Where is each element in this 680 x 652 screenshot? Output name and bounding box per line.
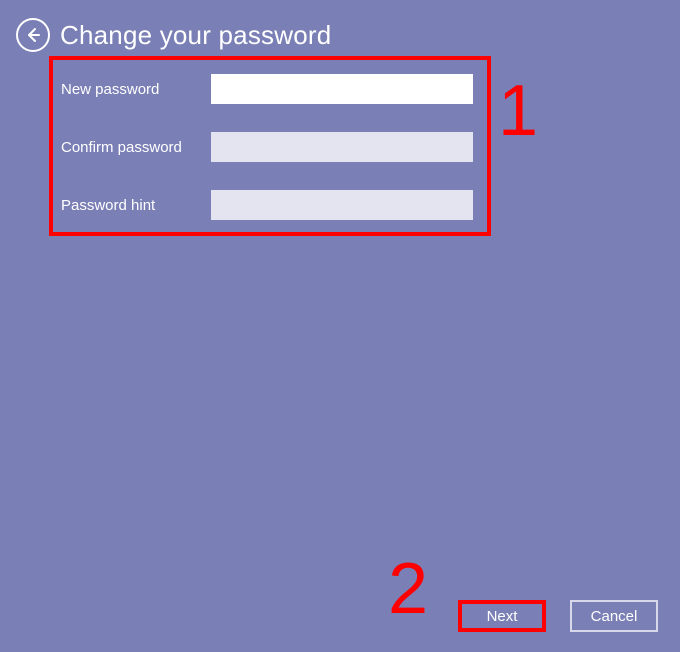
back-button[interactable] (16, 18, 50, 52)
confirm-password-label: Confirm password (61, 139, 211, 156)
cancel-button[interactable]: Cancel (570, 600, 658, 632)
annotation-step-1: 1 (498, 70, 538, 152)
new-password-label: New password (61, 81, 211, 98)
password-hint-input[interactable] (211, 190, 473, 220)
next-button[interactable]: Next (458, 600, 546, 632)
password-hint-row: Password hint (61, 190, 479, 220)
annotation-step-2: 2 (388, 548, 428, 630)
back-arrow-icon (24, 26, 42, 44)
confirm-password-input[interactable] (211, 132, 473, 162)
page-title: Change your password (60, 20, 331, 51)
password-form-highlight: New password Confirm password Password h… (49, 56, 491, 236)
button-bar: Next Cancel (458, 600, 658, 632)
confirm-password-row: Confirm password (61, 132, 479, 162)
password-hint-label: Password hint (61, 197, 211, 214)
new-password-input[interactable] (211, 74, 473, 104)
new-password-row: New password (61, 74, 479, 104)
